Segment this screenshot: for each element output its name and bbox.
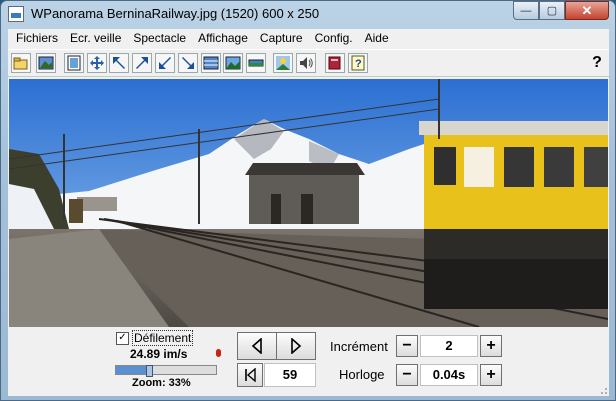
help-doc-icon[interactable]: ? — [348, 53, 368, 73]
landscape-icon[interactable] — [223, 53, 243, 73]
speed-readout: 24.89 im/s — [130, 347, 188, 361]
book-icon[interactable] — [325, 53, 345, 73]
menu-fichiers[interactable]: Fichiers — [8, 29, 63, 48]
client-area: Fichiers Ecr. veille Spectacle Affichage… — [8, 29, 609, 396]
zoom-slider-thumb[interactable] — [146, 365, 153, 377]
minimize-button[interactable]: — — [513, 1, 539, 20]
menu-affichage[interactable]: Affichage — [193, 29, 253, 48]
move-icon[interactable] — [87, 53, 107, 73]
grid-view-icon[interactable] — [201, 53, 221, 73]
frame-number: 59 — [264, 363, 316, 387]
resize-grip-icon[interactable] — [598, 385, 608, 395]
speaker-icon[interactable] — [296, 53, 316, 73]
app-icon[interactable] — [8, 6, 24, 22]
control-panel: ✓ Défilement 24.89 im/s Zoom: 33% 59 Inc… — [8, 327, 609, 396]
menu-capture[interactable]: Capture — [255, 29, 308, 48]
arrow-downright-icon[interactable] — [178, 53, 198, 73]
prev-frame-button[interactable] — [237, 332, 277, 360]
toolbar: ? ? — [8, 49, 609, 77]
menu-aide[interactable]: Aide — [360, 29, 394, 48]
menu-config[interactable]: Config. — [310, 29, 358, 48]
clock-plus-button[interactable]: + — [480, 364, 502, 386]
close-button[interactable]: ✕ — [565, 1, 609, 20]
scroll-checkbox[interactable]: ✓ — [116, 332, 129, 345]
maximize-button[interactable]: ▢ — [539, 1, 565, 20]
strip-icon[interactable] — [246, 53, 266, 73]
title-bar[interactable]: WPanorama BerninaRailway.jpg (1520) 600 … — [1, 1, 615, 27]
panorama-image — [9, 79, 608, 327]
zoom-slider-fill — [116, 366, 149, 374]
sun-icon[interactable] — [273, 53, 293, 73]
triangle-right-icon — [291, 338, 302, 354]
increment-plus-button[interactable]: + — [480, 335, 502, 357]
panorama-view[interactable] — [9, 79, 608, 327]
open-folder-icon[interactable] — [11, 53, 31, 73]
increment-value[interactable]: 2 — [420, 335, 478, 357]
window-title: WPanorama BerninaRailway.jpg (1520) 600 … — [31, 6, 320, 21]
menu-ecr-veille[interactable]: Ecr. veille — [65, 29, 126, 48]
record-indicator-icon — [216, 349, 221, 357]
triangle-left-icon — [251, 338, 262, 354]
clock-label: Horloge — [339, 367, 385, 382]
menu-spectacle[interactable]: Spectacle — [128, 29, 191, 48]
arrow-upright-icon[interactable] — [132, 53, 152, 73]
arrow-upleft-icon[interactable] — [109, 53, 129, 73]
arrow-downleft-icon[interactable] — [155, 53, 175, 73]
app-window: WPanorama BerninaRailway.jpg (1520) 600 … — [0, 0, 616, 401]
skip-start-icon — [245, 368, 256, 382]
increment-minus-button[interactable]: − — [396, 335, 418, 357]
first-frame-button[interactable] — [237, 363, 263, 387]
picture-icon[interactable] — [36, 53, 56, 73]
svg-text:?: ? — [355, 58, 362, 70]
scroll-label[interactable]: Défilement — [132, 330, 194, 346]
next-frame-button[interactable] — [276, 332, 316, 360]
increment-label: Incrément — [330, 339, 388, 354]
clock-value[interactable]: 0.04s — [420, 364, 478, 386]
menu-bar: Fichiers Ecr. veille Spectacle Affichage… — [8, 29, 609, 48]
clock-minus-button[interactable]: − — [396, 364, 418, 386]
zoom-readout: Zoom: 33% — [132, 377, 191, 389]
help-button[interactable]: ? — [587, 53, 607, 73]
frame-icon[interactable] — [64, 53, 84, 73]
zoom-slider[interactable] — [115, 365, 217, 377]
